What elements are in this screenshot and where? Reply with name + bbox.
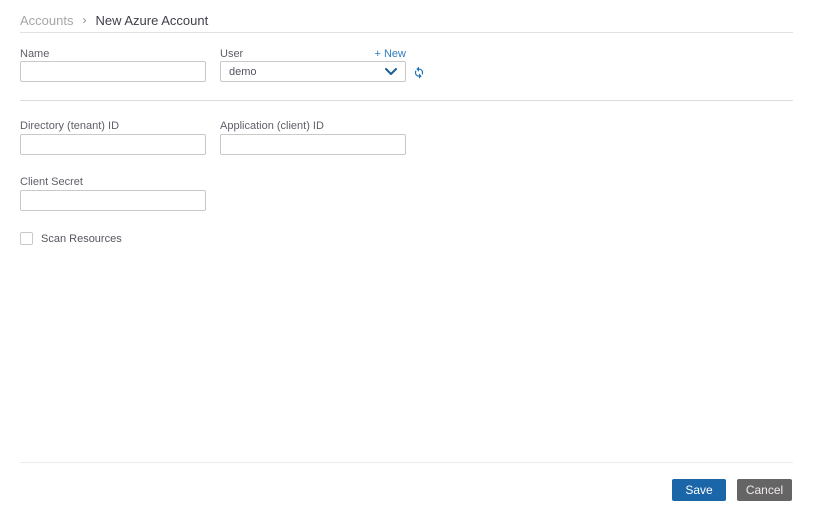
name-input[interactable] <box>20 61 206 82</box>
directory-tenant-id-label: Directory (tenant) ID <box>20 120 120 132</box>
chevron-down-icon <box>385 67 397 76</box>
scan-resources-checkbox[interactable] <box>20 232 33 245</box>
user-select[interactable]: demo <box>220 61 406 82</box>
client-secret-label: Client Secret <box>20 176 83 188</box>
cancel-button[interactable]: Cancel <box>737 479 792 501</box>
page-title: New Azure Account <box>95 12 209 28</box>
client-secret-input[interactable] <box>20 190 206 211</box>
user-select-value: demo <box>229 65 257 78</box>
breadcrumb: Accounts › New Azure Account <box>20 12 208 28</box>
refresh-users-button[interactable] <box>412 65 426 79</box>
name-label: Name <box>20 48 50 60</box>
header-divider <box>20 32 793 33</box>
save-button[interactable]: Save <box>672 479 726 501</box>
section-divider <box>20 100 793 101</box>
refresh-icon <box>412 65 426 79</box>
application-client-id-label: Application (client) ID <box>220 120 324 132</box>
chevron-right-icon: › <box>82 13 87 27</box>
new-user-link[interactable]: + New <box>220 48 407 60</box>
breadcrumb-accounts-link[interactable]: Accounts <box>20 13 73 28</box>
scan-resources-label[interactable]: Scan Resources <box>41 233 122 245</box>
scan-resources-row: Scan Resources <box>20 232 122 245</box>
application-client-id-input[interactable] <box>220 134 406 155</box>
directory-tenant-id-input[interactable] <box>20 134 206 155</box>
new-azure-account-page: Accounts › New Azure Account Name User +… <box>0 0 813 508</box>
footer-divider <box>20 462 793 463</box>
